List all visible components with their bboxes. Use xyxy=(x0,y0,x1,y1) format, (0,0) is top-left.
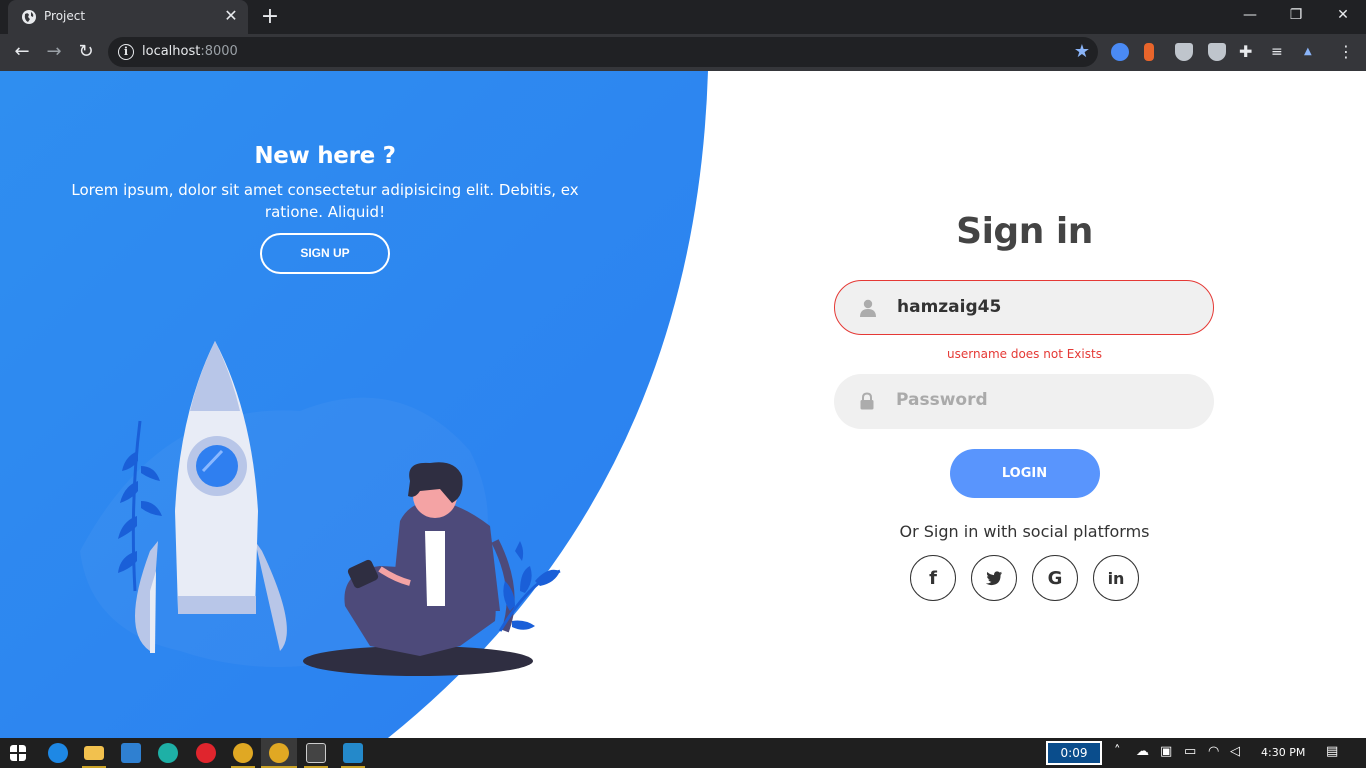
account-icon[interactable]: ▲ xyxy=(1304,43,1322,61)
chrome-active-icon[interactable] xyxy=(269,743,289,763)
new-tab-button[interactable]: + xyxy=(258,5,282,29)
media-queue-icon[interactable]: ≡ xyxy=(1271,43,1289,61)
edge-icon[interactable] xyxy=(158,743,178,763)
reload-button[interactable]: ↻ xyxy=(74,40,98,64)
url-text: localhost:8000 xyxy=(142,44,238,59)
address-bar[interactable]: i localhost:8000 ★ xyxy=(108,37,1098,67)
sign-in-form: Sign in username does not Exists LOGIN O… xyxy=(834,211,1215,601)
display-icon[interactable]: ▣ xyxy=(1160,744,1172,759)
new-here-panel: New here ? Lorem ipsum, dolor sit amet c… xyxy=(60,143,590,274)
vscode-icon[interactable] xyxy=(343,743,363,763)
social-media-row: f G in xyxy=(834,555,1215,601)
browser-tab[interactable]: Project ✕ xyxy=(8,0,248,34)
info-icon[interactable]: i xyxy=(118,44,134,60)
cloud-icon[interactable]: ☁ xyxy=(1136,744,1149,759)
file-explorer-icon[interactable] xyxy=(84,746,104,760)
battery-icon[interactable]: ▭ xyxy=(1184,744,1196,759)
internet-explorer-icon[interactable] xyxy=(48,743,68,763)
tab-title: Project xyxy=(44,9,86,23)
username-input[interactable] xyxy=(897,281,1197,333)
username-field[interactable] xyxy=(834,280,1214,335)
chevron-up-icon[interactable]: ˄ xyxy=(1114,744,1121,759)
opera-icon[interactable] xyxy=(196,743,216,763)
menu-kebab-icon[interactable]: ⋮ xyxy=(1338,43,1356,61)
volume-icon[interactable]: ◁ xyxy=(1230,744,1240,759)
system-clock[interactable]: 4:30 PM xyxy=(1261,746,1305,759)
restore-button[interactable]: ❐ xyxy=(1273,0,1319,30)
social-signin-text: Or Sign in with social platforms xyxy=(899,522,1150,541)
user-icon xyxy=(860,299,876,317)
forward-button[interactable]: → xyxy=(42,40,66,64)
wifi-icon[interactable]: ◠ xyxy=(1208,744,1219,759)
globe-icon xyxy=(22,10,36,24)
linkedin-icon[interactable]: in xyxy=(1093,555,1139,601)
windows-start-icon[interactable] xyxy=(10,745,26,761)
lock-icon xyxy=(860,392,874,410)
shield-extension-icon[interactable] xyxy=(1175,43,1193,61)
facebook-icon[interactable]: f xyxy=(910,555,956,601)
sign-up-button[interactable]: SIGN UP xyxy=(260,233,390,274)
windows-taskbar: 0:09 ˄ ☁ ▣ ▭ ◠ ◁ 4:30 PM ▤ xyxy=(0,738,1366,768)
minimize-button[interactable]: — xyxy=(1227,0,1273,30)
recording-timer[interactable]: 0:09 xyxy=(1046,741,1102,765)
puzzle-icon[interactable]: ✚ xyxy=(1239,43,1257,61)
new-here-title: New here ? xyxy=(254,143,396,169)
notifications-icon[interactable]: ▤ xyxy=(1326,744,1338,759)
new-here-text: Lorem ipsum, dolor sit amet consectetur … xyxy=(71,181,579,221)
twitter-icon[interactable] xyxy=(971,555,1017,601)
password-input[interactable] xyxy=(896,374,1196,426)
mail-icon[interactable] xyxy=(121,743,141,763)
password-field[interactable] xyxy=(834,374,1214,429)
close-window-button[interactable]: ✕ xyxy=(1320,0,1366,30)
browser-toolbar: ← → ↻ i localhost:8000 ★ ✚ ≡ ▲ ⋮ xyxy=(0,34,1366,71)
close-tab-icon[interactable]: ✕ xyxy=(222,7,240,25)
username-error-message: username does not Exists xyxy=(947,347,1102,361)
shield-extension-icon-2[interactable] xyxy=(1208,43,1226,61)
bookmark-star-icon[interactable]: ★ xyxy=(1074,41,1090,62)
login-button[interactable]: LOGIN xyxy=(949,449,1100,498)
extension-orange-icon[interactable] xyxy=(1144,43,1154,61)
google-icon[interactable]: G xyxy=(1032,555,1078,601)
extension-a-icon[interactable] xyxy=(1111,43,1129,61)
chrome-icon[interactable] xyxy=(233,743,253,763)
sign-in-title: Sign in xyxy=(956,211,1093,252)
terminal-icon[interactable] xyxy=(306,743,326,763)
login-page: New here ? Lorem ipsum, dolor sit amet c… xyxy=(0,71,1366,738)
browser-tab-bar: Project ✕ + — ❐ ✕ xyxy=(0,0,1366,34)
back-button[interactable]: ← xyxy=(10,40,34,64)
